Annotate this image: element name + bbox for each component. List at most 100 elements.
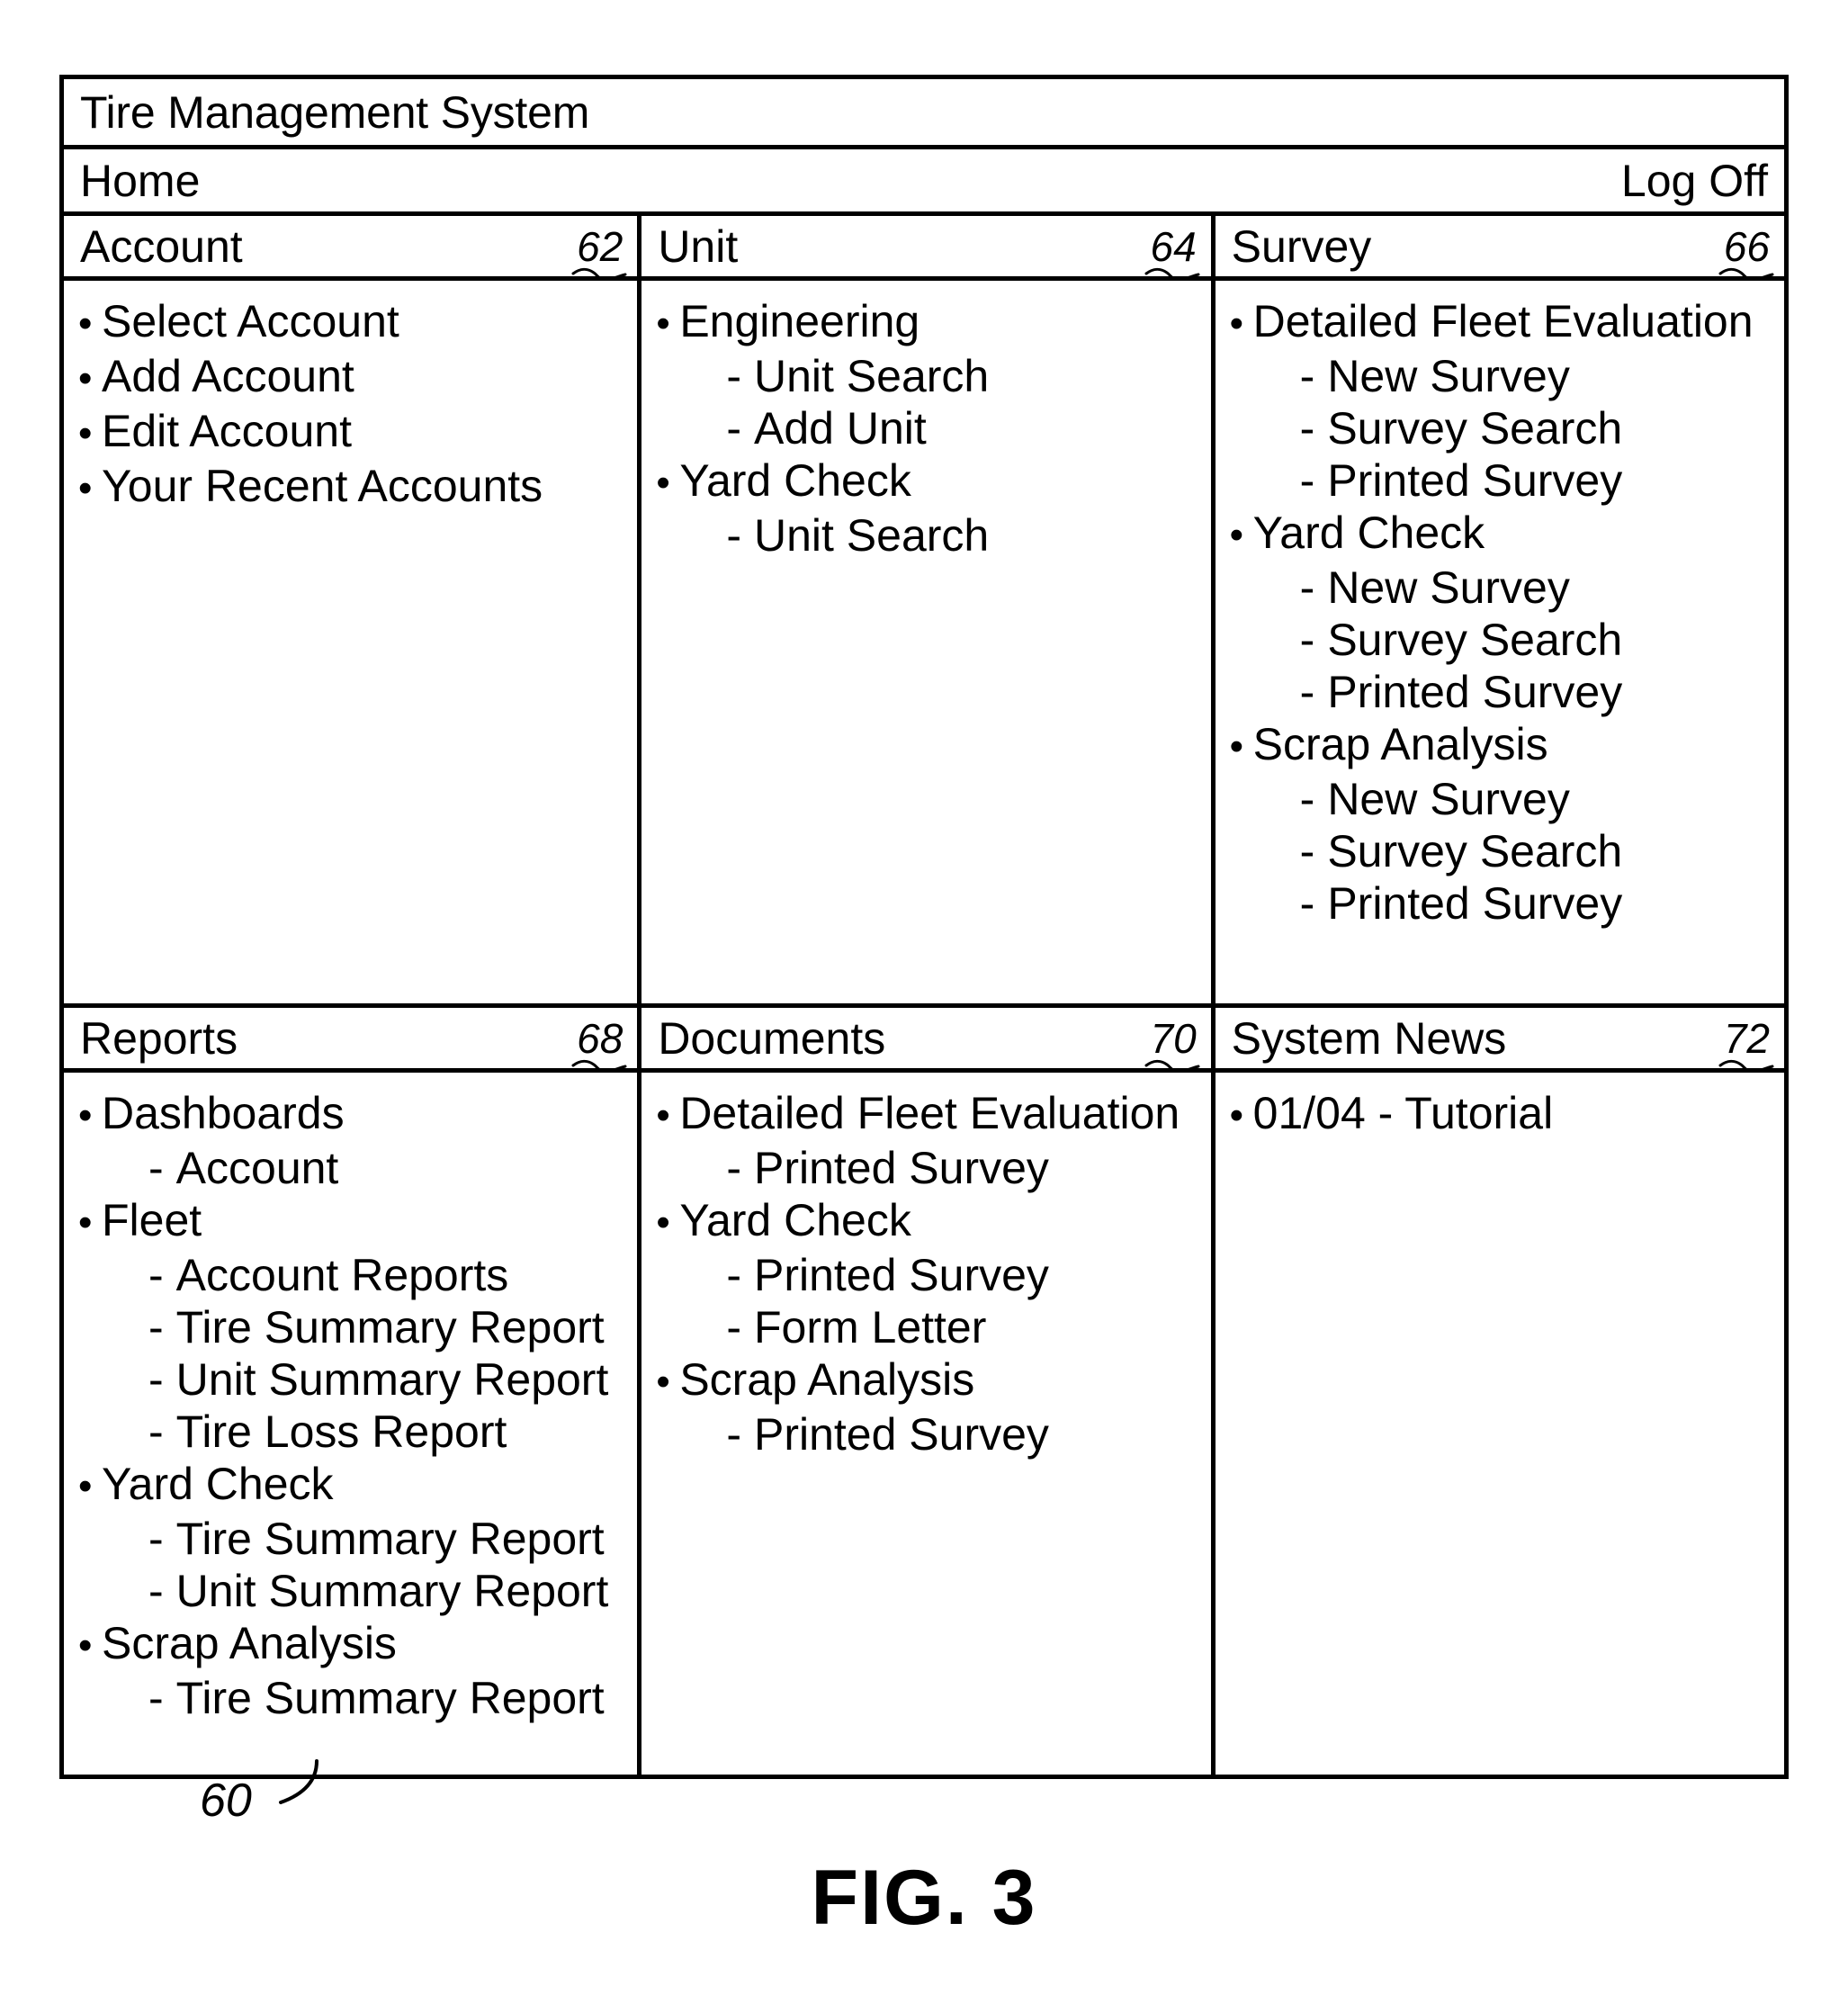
bullet-icon: • <box>78 466 93 510</box>
panel-title-documents: Documents <box>658 1012 886 1064</box>
menu-item[interactable]: • Detailed Fleet Evaluation <box>656 1087 1203 1142</box>
menu-item-label: Unit Search <box>753 510 990 561</box>
menu-item-label: Printed Survey <box>1327 455 1623 506</box>
menu-item[interactable]: - Printed Survey <box>1230 454 1777 507</box>
reference-numeral-68: 68 <box>571 1018 628 1073</box>
menu-item[interactable]: - Add Unit <box>656 402 1203 454</box>
menu-item-label: Scrap Analysis <box>1252 719 1548 769</box>
menu-item[interactable]: - Printed Survey <box>1230 666 1777 718</box>
dash-icon: - <box>1299 615 1315 665</box>
menu-item-label: Form Letter <box>753 1302 987 1352</box>
bullet-icon: • <box>1229 1093 1244 1137</box>
dash-icon: - <box>148 1354 164 1405</box>
menu-item[interactable]: • Detailed Fleet Evaluation <box>1230 295 1777 350</box>
menu-item[interactable]: • Yard Check <box>656 454 1203 509</box>
bullet-icon: • <box>1229 301 1244 346</box>
menu-item[interactable]: - Survey Search <box>1230 402 1777 454</box>
menu-item[interactable]: • Scrap Analysis <box>1230 718 1777 773</box>
menu-item[interactable]: - Account Reports <box>78 1249 630 1301</box>
dash-icon: - <box>148 1673 164 1723</box>
menu-item[interactable]: - New Survey <box>1230 562 1777 614</box>
menu-item[interactable]: - Unit Search <box>656 350 1203 402</box>
menu-item[interactable]: - Survey Search <box>1230 614 1777 666</box>
menu-item[interactable]: - Printed Survey <box>656 1249 1203 1301</box>
panel-system-news: System News 72 • 01/04 - Tutorial <box>1210 1008 1784 1775</box>
dash-icon: - <box>148 1250 164 1300</box>
panel-row-top: Account 62 • Select Account • Add Account • E… <box>64 216 1784 1003</box>
menu-item[interactable]: • Fleet <box>78 1194 630 1249</box>
menu-item[interactable]: - Tire Summary Report <box>78 1672 630 1724</box>
menu-item[interactable]: • Yard Check <box>78 1458 630 1513</box>
menu-item[interactable]: - Survey Search <box>1230 825 1777 877</box>
menu-item[interactable]: - New Survey <box>1230 350 1777 402</box>
menu-item[interactable]: - Account <box>78 1142 630 1194</box>
bullet-icon: • <box>78 1464 93 1508</box>
reference-squiggle-icon <box>571 1059 627 1073</box>
menu-item[interactable]: • 01/04 - Tutorial <box>1230 1087 1777 1142</box>
menu-item[interactable]: • Yard Check <box>656 1194 1203 1249</box>
dash-icon: - <box>148 1302 164 1352</box>
menu-item[interactable]: • Engineering <box>656 295 1203 350</box>
panel-header-survey: Survey 66 <box>1215 216 1784 281</box>
bullet-icon: • <box>656 1093 670 1137</box>
menu-item[interactable]: - Printed Survey <box>656 1408 1203 1460</box>
dash-icon: - <box>1299 878 1315 929</box>
menu-item-label: Detailed Fleet Evaluation <box>1252 296 1754 346</box>
menu-item[interactable]: - Unit Search <box>656 509 1203 562</box>
panel-body-system-news: • 01/04 - Tutorial <box>1216 1073 1784 1775</box>
panel-account: Account 62 • Select Account • Add Account • E… <box>64 216 638 1003</box>
reference-numeral-72-text: 72 <box>1723 1014 1770 1062</box>
menu-item[interactable]: • Your Recent Accounts <box>78 460 630 515</box>
menu-list-system-news: • 01/04 - Tutorial <box>1230 1087 1777 1142</box>
menu-item-label: 01/04 - Tutorial <box>1252 1088 1554 1138</box>
log-off-link[interactable]: Log Off <box>1621 158 1768 203</box>
menu-item-label: Account Reports <box>175 1250 509 1300</box>
menu-item[interactable]: - Printed Survey <box>656 1142 1203 1194</box>
panel-body-unit: • Engineering - Unit Search - Add Unit • Yard C… <box>641 281 1210 1003</box>
menu-item[interactable]: • Yard Check <box>1230 507 1777 562</box>
menu-item[interactable]: - Tire Loss Report <box>78 1406 630 1458</box>
menu-item[interactable]: - Unit Summary Report <box>78 1353 630 1406</box>
menu-item[interactable]: • Edit Account <box>78 405 630 460</box>
panel-title-account: Account <box>80 220 243 272</box>
menu-item[interactable]: • Scrap Analysis <box>78 1617 630 1672</box>
menu-item-label: Dashboards <box>102 1088 345 1138</box>
menu-item[interactable]: - New Survey <box>1230 773 1777 825</box>
menu-list-documents: • Detailed Fleet Evaluation - Printed Surve… <box>656 1087 1203 1460</box>
menu-list-unit: • Engineering - Unit Search - Add Unit • Yard C… <box>656 295 1203 562</box>
menu-item[interactable]: • Scrap Analysis <box>656 1353 1203 1408</box>
bullet-icon: • <box>656 301 670 346</box>
menu-item-label: Add Unit <box>753 403 927 454</box>
navigation-bar: Home Log Off <box>64 149 1784 216</box>
menu-item-label: Survey Search <box>1327 615 1623 665</box>
menu-item-label: Tire Summary Report <box>175 1302 605 1352</box>
menu-item[interactable]: - Tire Summary Report <box>78 1513 630 1565</box>
menu-item[interactable]: • Add Account <box>78 350 630 405</box>
figure-caption: FIG. 3 <box>811 1855 1037 1941</box>
menu-item[interactable]: • Dashboards <box>78 1087 630 1142</box>
menu-item[interactable]: • Select Account <box>78 295 630 350</box>
application-window: Tire Management System Home Log Off Acco… <box>59 75 1789 1779</box>
reference-squiggle-icon <box>1718 1059 1774 1073</box>
panel-body-reports: • Dashboards - Account • Fleet - Account Report… <box>64 1073 637 1775</box>
reference-numeral-66: 66 <box>1718 226 1775 281</box>
menu-item[interactable]: - Printed Survey <box>1230 877 1777 930</box>
menu-item-label: Select Account <box>102 296 399 346</box>
menu-item[interactable]: - Unit Summary Report <box>78 1565 630 1617</box>
panel-header-system-news: System News 72 <box>1215 1008 1784 1073</box>
menu-item-label: Printed Survey <box>753 1143 1049 1193</box>
dash-icon: - <box>726 403 741 454</box>
menu-item-label: New Survey <box>1327 562 1570 613</box>
menu-item-label: Unit Summary Report <box>175 1354 609 1405</box>
reference-squiggle-icon <box>1144 267 1200 281</box>
menu-item[interactable]: - Tire Summary Report <box>78 1301 630 1353</box>
menu-item[interactable]: - Form Letter <box>656 1301 1203 1353</box>
panel-header-account: Account 62 <box>64 216 638 281</box>
bullet-icon: • <box>656 1200 670 1245</box>
bullet-icon: • <box>78 301 93 346</box>
menu-item-label: Printed Survey <box>753 1409 1049 1460</box>
patent-figure: Tire Management System Home Log Off Acco… <box>0 0 1848 2013</box>
menu-item-label: Scrap Analysis <box>102 1618 397 1668</box>
home-link[interactable]: Home <box>80 158 200 203</box>
bullet-icon: • <box>656 461 670 505</box>
